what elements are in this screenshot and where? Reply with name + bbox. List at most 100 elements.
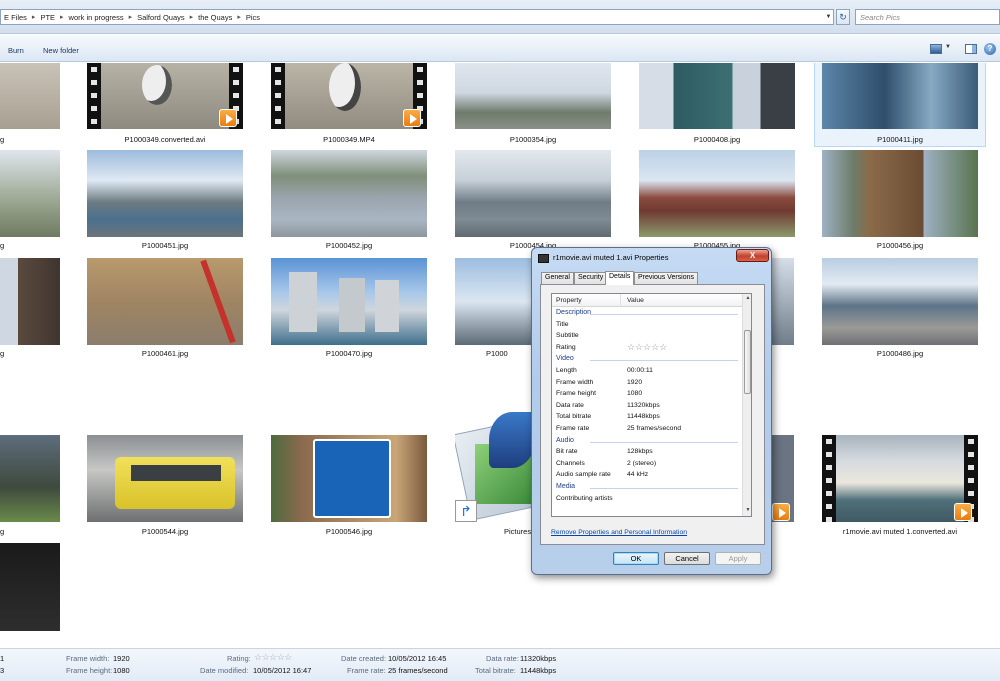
- close-button[interactable]: X: [736, 249, 769, 262]
- property-name: Frame height: [556, 390, 597, 398]
- file-label: P1000408.jpg: [693, 135, 741, 144]
- scroll-up-icon[interactable]: ▲: [744, 295, 751, 303]
- scrollbar-thumb[interactable]: [744, 330, 751, 394]
- scroll-down-icon[interactable]: ▼: [744, 507, 751, 515]
- property-value: 00:00:11: [627, 367, 653, 374]
- breadcrumb-separator-icon[interactable]: ▸: [237, 13, 241, 21]
- breadcrumb-separator-icon[interactable]: ▸: [129, 13, 133, 21]
- thumbnail-partial: [772, 258, 794, 345]
- burn-button[interactable]: Burn: [8, 46, 24, 55]
- details-value: 11320kbps: [520, 654, 557, 663]
- breadcrumb-item[interactable]: PTE: [40, 13, 55, 22]
- video-file-icon: [538, 254, 549, 263]
- file-label: g: [0, 135, 5, 144]
- breadcrumb[interactable]: E Files ▸ PTE ▸ work in progress ▸ Salford …: [0, 9, 834, 25]
- details-label: Date created:: [341, 654, 387, 663]
- property-row[interactable]: Contributing artists: [552, 494, 742, 505]
- property-row[interactable]: Subtitle: [552, 331, 742, 342]
- property-row[interactable]: Audio sample rate 44 kHz: [552, 470, 742, 481]
- view-dropdown-icon[interactable]: ▼: [945, 44, 951, 50]
- property-row[interactable]: Title: [552, 320, 742, 331]
- property-row[interactable]: Channels 2 (stereo): [552, 459, 742, 470]
- rating-stars-icon[interactable]: ☆☆☆☆☆: [627, 342, 667, 353]
- help-icon[interactable]: ?: [984, 43, 996, 55]
- column-header-property[interactable]: Property: [556, 297, 582, 304]
- breadcrumb-separator-icon[interactable]: ▸: [60, 13, 64, 21]
- property-row[interactable]: Bit rate 128kbps: [552, 447, 742, 458]
- address-dropdown-icon[interactable]: ▼: [823, 10, 834, 24]
- property-row[interactable]: Frame rate 25 frames/second: [552, 424, 742, 435]
- property-row[interactable]: Rating ☆☆☆☆☆: [552, 342, 742, 354]
- tab-details[interactable]: Details: [605, 271, 635, 285]
- details-label: Frame width:: [66, 654, 110, 663]
- thumbnail: [87, 150, 243, 237]
- thumbnail: [271, 150, 427, 237]
- thumbnail: [87, 258, 243, 345]
- breadcrumb-item[interactable]: E Files: [4, 13, 27, 22]
- thumbnail: [0, 543, 60, 631]
- thumbnail: [0, 63, 60, 129]
- property-group-header[interactable]: Video: [552, 354, 742, 365]
- breadcrumb-separator-icon[interactable]: ▸: [32, 13, 36, 21]
- breadcrumb-item[interactable]: Pics: [246, 13, 260, 22]
- property-group-header[interactable]: Media: [552, 482, 742, 493]
- breadcrumb-item[interactable]: Salford Quays: [137, 13, 185, 22]
- thumbnail: [271, 258, 427, 345]
- cancel-button[interactable]: Cancel: [664, 552, 710, 565]
- property-name: Bit rate: [556, 448, 578, 456]
- property-name: Frame width: [556, 378, 594, 386]
- new-folder-button[interactable]: New folder: [43, 46, 79, 55]
- preview-pane-icon[interactable]: [965, 44, 977, 54]
- property-row[interactable]: Total bitrate 11448kbps: [552, 412, 742, 423]
- scrollbar[interactable]: ▲ ▼: [742, 294, 751, 516]
- file-label: P1000461.jpg: [141, 349, 189, 358]
- apply-button[interactable]: Apply: [715, 552, 761, 565]
- property-group-header[interactable]: Audio: [552, 436, 742, 447]
- thumbnail: [822, 258, 978, 345]
- details-label: Total bitrate:: [475, 666, 516, 675]
- thumbnail: [455, 150, 611, 237]
- property-name: Total bitrate: [556, 413, 592, 421]
- column-header-value[interactable]: Value: [627, 297, 644, 304]
- file-label: r1movie.avi muted 1.converted.avi: [842, 527, 958, 536]
- group-label: Media: [556, 483, 576, 490]
- property-row[interactable]: Data rate 11320kbps: [552, 401, 742, 412]
- file-label: Pictures: [504, 527, 532, 536]
- details-label: Frame height:: [66, 666, 113, 675]
- breadcrumb-item[interactable]: the Quays: [198, 13, 232, 22]
- tab-previous-versions[interactable]: Previous Versions: [634, 272, 699, 284]
- remove-properties-link[interactable]: Remove Properties and Personal Informati…: [551, 529, 687, 536]
- tab-general[interactable]: General: [541, 272, 574, 284]
- property-row[interactable]: Length 00:00:11: [552, 366, 742, 377]
- details-value: 25 frames/second: [388, 666, 448, 675]
- refresh-icon[interactable]: ↻: [836, 9, 850, 25]
- tab-security[interactable]: Security: [574, 272, 608, 284]
- details-value: 3: [0, 666, 5, 675]
- thumbnail: [639, 63, 795, 129]
- details-pane: 1 3 Frame width: 1920 Frame height: 1080…: [0, 648, 1000, 681]
- properties-dialog: r1movie.avi muted 1.avi Properties X Gen…: [531, 247, 772, 575]
- details-label: Frame rate:: [347, 666, 386, 675]
- change-view-icon[interactable]: [930, 44, 942, 54]
- property-group-header[interactable]: Description: [552, 308, 742, 319]
- thumbnail: [822, 63, 978, 129]
- breadcrumb-separator-icon[interactable]: ▸: [190, 13, 194, 21]
- ok-button[interactable]: OK: [613, 552, 659, 565]
- property-name: Title: [556, 320, 569, 328]
- property-list[interactable]: Property Value Description Title Subtitle R…: [551, 293, 752, 517]
- details-value: 10/05/2012 16:45: [388, 654, 447, 663]
- vlc-icon: [772, 503, 790, 521]
- property-row[interactable]: Frame width 1920: [552, 378, 742, 389]
- breadcrumb-item[interactable]: work in progress: [69, 13, 124, 22]
- thumbnail: [639, 150, 795, 237]
- search-input[interactable]: Search Pics: [855, 9, 1000, 25]
- file-label: g: [0, 349, 5, 358]
- details-value: 1: [0, 654, 5, 663]
- file-list: g P1000349.converted.avi P1000349.MP4 P1…: [0, 63, 1000, 648]
- property-row[interactable]: Frame height 1080: [552, 389, 742, 400]
- file-label: P1000452.jpg: [325, 241, 373, 250]
- tab-panel-details: Property Value Description Title Subtitle R…: [540, 284, 765, 545]
- details-label: Rating:: [227, 654, 251, 663]
- details-value: 1920: [113, 654, 130, 663]
- rating-stars-icon[interactable]: ☆☆☆☆☆: [254, 652, 292, 663]
